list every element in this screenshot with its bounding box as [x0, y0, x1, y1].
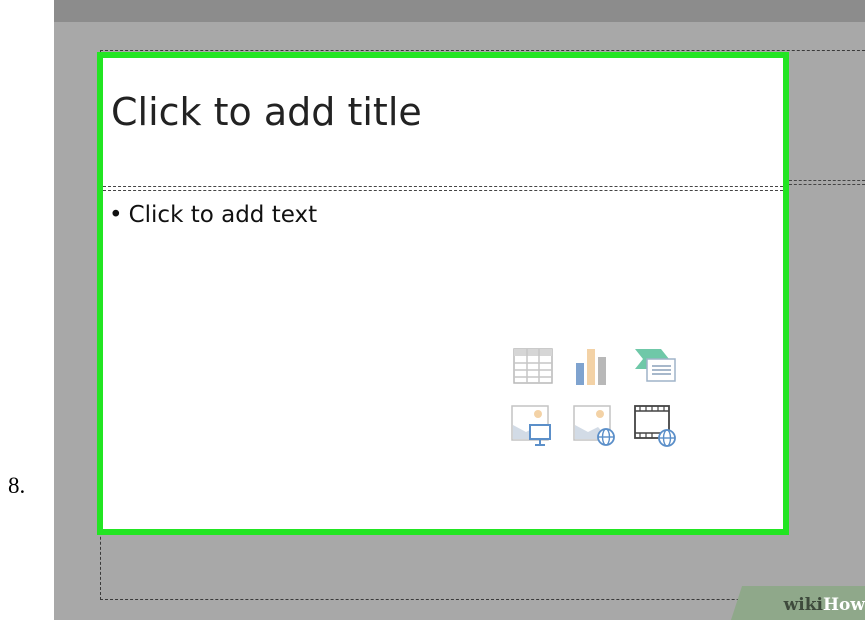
- slide[interactable]: Click to add title • Click to add text: [97, 52, 789, 535]
- title-placeholder-border: [103, 186, 783, 191]
- insert-video-icon[interactable]: [631, 401, 681, 451]
- bullet-marker: •: [109, 202, 123, 228]
- wikihow-watermark: wikiHow: [784, 595, 865, 615]
- watermark-wiki: wiki: [783, 595, 823, 615]
- insert-smartart-icon[interactable]: [631, 341, 681, 391]
- content-placeholder[interactable]: • Click to add text: [109, 202, 317, 228]
- insert-online-pictures-icon[interactable]: [570, 401, 620, 451]
- insert-chart-icon[interactable]: [570, 341, 620, 391]
- insert-table-icon[interactable]: [508, 341, 558, 391]
- title-boundary-extension: [789, 180, 865, 185]
- insert-pictures-icon[interactable]: [508, 401, 558, 451]
- title-placeholder[interactable]: Click to add title: [111, 90, 422, 134]
- watermark-how: How: [822, 595, 865, 615]
- ribbon-edge: [54, 0, 865, 22]
- step-number: 8.: [8, 473, 26, 498]
- content-placeholder-label: Click to add text: [128, 202, 318, 228]
- slide-editor-canvas: Click to add title • Click to add text w…: [54, 0, 865, 620]
